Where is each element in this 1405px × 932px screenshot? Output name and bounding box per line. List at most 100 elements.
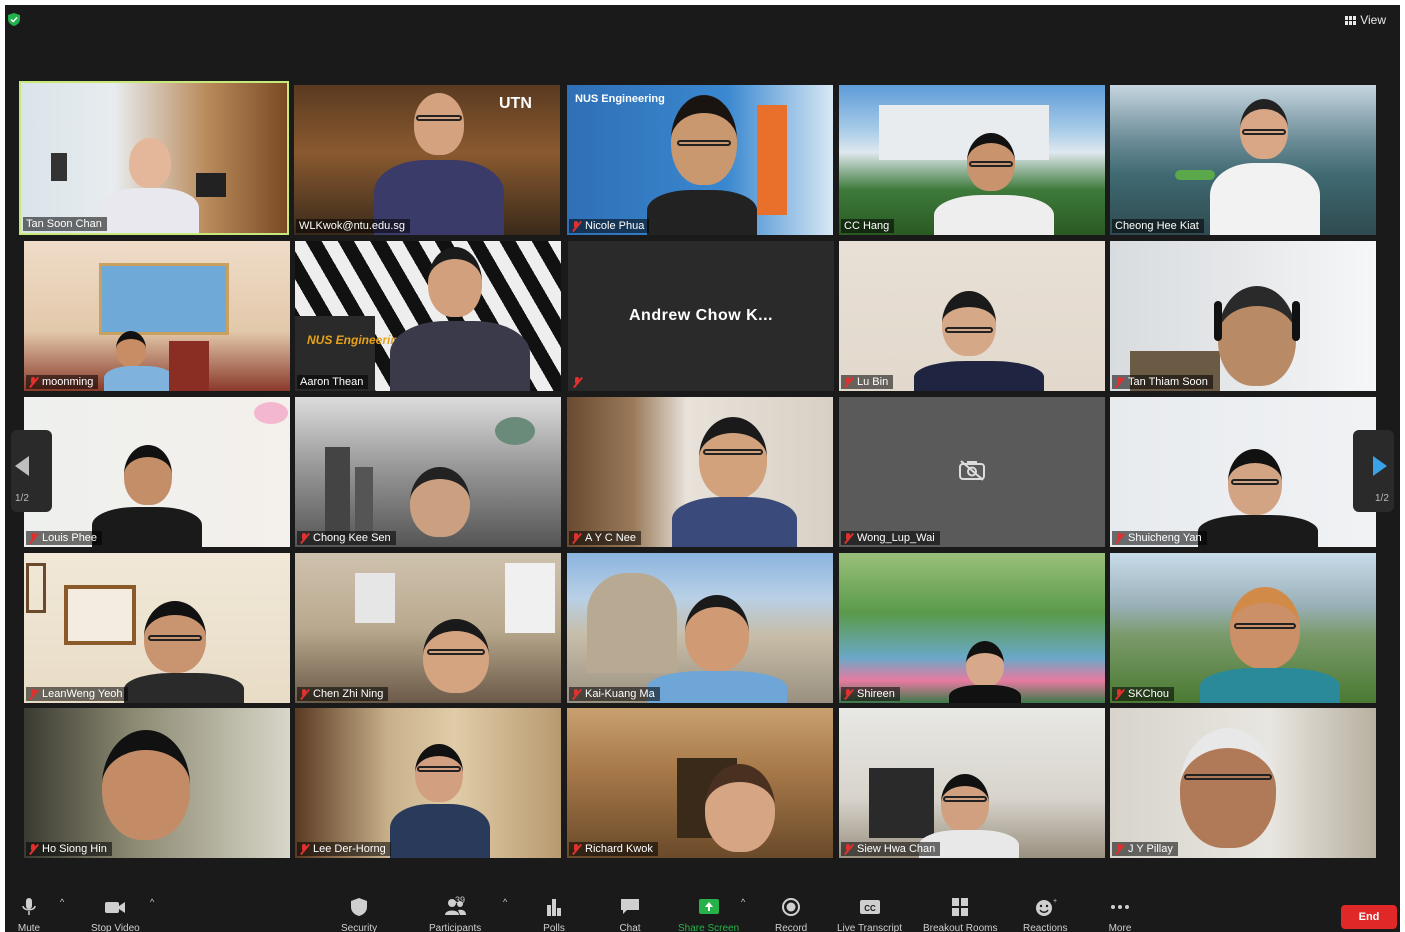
video-tile[interactable]: UTN WLKwok@ntu.edu.sg [294, 85, 560, 235]
security-button[interactable]: Security [341, 897, 377, 932]
chat-button[interactable]: Chat [618, 897, 642, 932]
muted-mic-icon [29, 843, 38, 855]
previous-page-button[interactable]: 1/2 [11, 430, 52, 512]
video-tile[interactable]: Siew Hwa Chan [839, 708, 1105, 858]
video-tile[interactable]: J Y Pillay [1110, 708, 1376, 858]
polls-button[interactable]: Polls [542, 897, 566, 932]
participant-name: Kai-Kuang Ma [569, 687, 660, 701]
muted-mic-icon [29, 532, 38, 544]
muted-mic-icon [300, 532, 309, 544]
breakout-rooms-icon [952, 898, 969, 916]
record-icon [782, 898, 801, 916]
next-page-button[interactable]: 1/2 [1353, 430, 1394, 512]
share-options-chevron-icon[interactable]: ^ [741, 897, 745, 907]
university-logo: UTN [499, 95, 532, 112]
video-tile[interactable]: Lee Der-Horng [295, 708, 561, 858]
nus-engineering-logo: NUS Engineering [575, 93, 665, 105]
participant-name: moonming [26, 375, 99, 389]
video-tile[interactable]: Shuicheng Yan [1110, 397, 1376, 547]
video-camera-icon [105, 902, 126, 913]
shield-icon [351, 898, 368, 916]
muted-mic-icon [29, 376, 38, 388]
participant-name: Shuicheng Yan [1112, 531, 1207, 545]
mute-button[interactable]: Mute [17, 897, 41, 932]
gallery-view: Tan Soon Chan UTN WLKwok@ntu.edu.sg NUS … [5, 5, 1400, 932]
video-tile[interactable]: Tan Soon Chan [19, 81, 289, 235]
video-tile[interactable]: Andrew Chow K... [568, 241, 834, 391]
muted-mic-icon [300, 843, 309, 855]
participant-name: Siew Hwa Chan [841, 842, 941, 856]
svg-text:CC: CC [864, 904, 876, 913]
muted-mic-icon [1115, 532, 1124, 544]
participant-name: Louis Phee [26, 531, 103, 545]
participant-name: Cheong Hee Kiat [1112, 219, 1204, 233]
video-tile[interactable]: moonming [24, 241, 290, 391]
muted-mic-icon [572, 532, 581, 544]
video-tile[interactable]: Cheong Hee Kiat [1110, 85, 1376, 235]
muted-mic-icon [572, 688, 581, 700]
live-transcript-button[interactable]: CC Live Transcript [837, 897, 902, 932]
muted-mic-icon [1115, 843, 1124, 855]
more-dots-icon [1111, 905, 1129, 909]
participant-name [570, 376, 587, 389]
participant-name: Richard Kwok [569, 842, 658, 856]
muted-mic-icon [572, 220, 581, 232]
reactions-button[interactable]: + Reactions [1023, 897, 1067, 932]
muted-mic-icon [29, 688, 38, 700]
video-tile[interactable]: Richard Kwok [567, 708, 833, 858]
video-tile[interactable]: LeanWeng Yeoh [24, 553, 290, 703]
video-tile[interactable]: CC Hang [839, 85, 1105, 235]
participant-name: Wong_Lup_Wai [841, 531, 940, 545]
participant-name: Aaron Thean [297, 375, 369, 389]
participant-count: 39 [455, 895, 466, 905]
participants-options-chevron-icon[interactable]: ^ [503, 897, 507, 907]
microphone-icon [22, 898, 36, 915]
chevron-left-icon [15, 456, 29, 476]
record-button[interactable]: Record [775, 897, 807, 932]
page-indicator: 1/2 [15, 493, 29, 504]
participant-name: WLKwok@ntu.edu.sg [296, 219, 410, 233]
video-tile[interactable]: Louis Phee [24, 397, 290, 547]
participant-display-name: Andrew Chow K... [629, 307, 773, 324]
audio-options-chevron-icon[interactable]: ^ [60, 897, 64, 907]
video-tile[interactable]: Chen Zhi Ning [295, 553, 561, 703]
video-tile[interactable]: Ho Siong Hin [24, 708, 290, 858]
muted-mic-icon [572, 843, 581, 855]
video-tile[interactable]: Chong Kee Sen [295, 397, 561, 547]
video-tile[interactable]: A Y C Nee [567, 397, 833, 547]
meeting-toolbar: Mute ^ Stop Video ^ Security 39 Particip… [5, 885, 1400, 932]
participant-name: CC Hang [841, 219, 895, 233]
camera-off-icon [959, 460, 985, 481]
end-meeting-button[interactable]: End [1341, 905, 1397, 929]
muted-mic-icon [1115, 688, 1124, 700]
participant-name: Lu Bin [841, 375, 894, 389]
participant-name: Tan Thiam Soon [1112, 375, 1213, 389]
participant-name: A Y C Nee [569, 531, 641, 545]
page-indicator: 1/2 [1375, 493, 1389, 504]
video-tile[interactable]: Shireen [839, 553, 1105, 703]
video-tile[interactable]: NUS Engineering Nicole Phua [567, 85, 833, 235]
video-tile[interactable]: SKChou [1110, 553, 1376, 703]
video-tile[interactable]: NUS Engineering Aaron Thean [295, 241, 561, 391]
muted-mic-icon [300, 688, 309, 700]
svg-text:+: + [1053, 898, 1057, 905]
more-button[interactable]: More [1108, 897, 1132, 932]
video-tile[interactable]: Wong_Lup_Wai [839, 397, 1105, 547]
breakout-rooms-button[interactable]: Breakout Rooms [923, 897, 997, 932]
participant-name: SKChou [1112, 687, 1174, 701]
share-screen-button[interactable]: Share Screen [678, 897, 739, 932]
participant-name: Chen Zhi Ning [297, 687, 389, 701]
stop-video-button[interactable]: Stop Video [91, 897, 140, 932]
participant-name: Shireen [841, 687, 900, 701]
participants-button[interactable]: 39 Participants [429, 895, 481, 932]
participant-name: Nicole Phua [569, 219, 650, 233]
muted-mic-icon [844, 843, 853, 855]
zoom-window: View Tan Soon Chan UTN WLKwok@ntu.edu.sg… [5, 5, 1400, 932]
closed-caption-icon: CC [859, 900, 880, 914]
video-tile[interactable]: Lu Bin [839, 241, 1105, 391]
nus-engineering-logo: NUS Engineering [307, 333, 406, 347]
video-options-chevron-icon[interactable]: ^ [150, 897, 154, 907]
video-tile[interactable]: Kai-Kuang Ma [567, 553, 833, 703]
muted-mic-icon [573, 377, 582, 388]
video-tile[interactable]: Tan Thiam Soon [1110, 241, 1376, 391]
